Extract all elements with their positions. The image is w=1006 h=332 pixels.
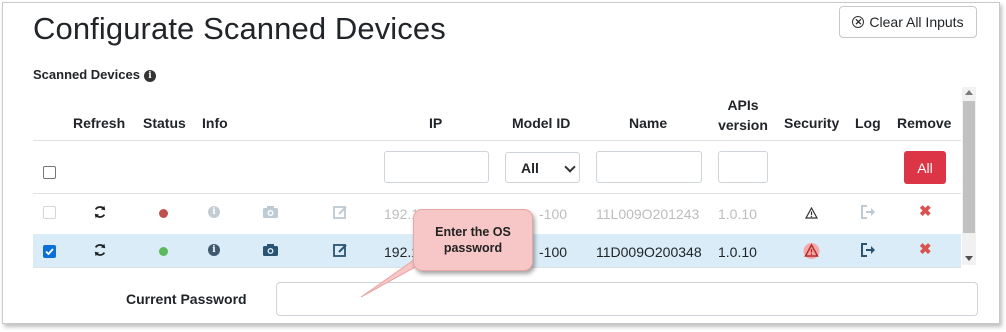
logout-icon[interactable] [861,205,876,219]
header-divider [33,140,961,141]
model-id-filter-select[interactable]: All [505,152,580,183]
header-apis-version: APIs version [717,95,769,135]
header-info: Info [202,115,228,131]
info-icon[interactable]: i [143,70,156,82]
camera-icon[interactable] [263,206,278,218]
scroll-up-arrow-icon[interactable] [965,90,973,95]
filter-divider [33,193,961,194]
header-log: Log [855,115,881,131]
camera-icon[interactable] [263,244,278,256]
callout-line2: password [443,241,503,255]
edit-icon[interactable] [333,243,348,257]
logout-icon[interactable] [861,243,876,257]
select-all-checkbox[interactable] [43,166,56,179]
info-icon[interactable]: i [208,206,220,218]
close-circle-icon: ✕ [852,16,865,28]
page-title: Configurate Scanned Devices [33,11,446,46]
window-frame: Configurate Scanned Devices ✕ Clear All … [2,2,1000,324]
section-label: Scanned Devices i [33,67,156,82]
header-model-id: Model ID [512,115,571,131]
edit-icon[interactable] [333,205,348,219]
header-remove: Remove [897,115,952,131]
refresh-icon[interactable] [93,243,107,257]
row-checkbox-checked[interactable] [43,245,56,258]
header-security: Security [784,115,840,131]
scrollbar-thumb[interactable] [963,101,975,233]
name-filter-input[interactable] [596,151,702,183]
row-name: 11L009O201243 [596,206,700,222]
chevron-down-icon [564,161,576,173]
callout-annotation: Enter the OS password [413,209,533,271]
checkmark-icon [45,248,54,256]
header-apis-line1: APIs [727,97,759,113]
header-refresh: Refresh [73,115,126,131]
row-apis-version: 1.0.10 [718,206,757,222]
remove-all-button[interactable]: All [904,151,946,184]
remove-row-icon[interactable]: ✖ [919,202,932,220]
refresh-icon[interactable] [93,205,107,219]
clear-all-inputs-label: Clear All Inputs [869,14,964,30]
header-apis-line2: version [718,117,768,133]
warning-alert-icon[interactable] [802,242,821,259]
remove-row-icon[interactable]: ✖ [919,240,932,258]
row-model: -100 [539,206,568,222]
info-icon[interactable]: i [208,244,220,256]
apis-version-filter-input[interactable] [718,151,768,183]
header-name: Name [629,115,668,131]
model-select-value: All [521,159,539,176]
ip-filter-input[interactable] [384,151,489,183]
clear-all-inputs-button[interactable]: ✕ Clear All Inputs [839,6,977,38]
warning-outline-icon[interactable] [805,207,818,219]
status-dot-online [159,247,168,256]
section-label-text: Scanned Devices [33,67,140,82]
row-checkbox[interactable] [43,206,56,219]
current-password-label: Current Password [126,291,247,307]
status-dot-offline [159,209,168,218]
header-ip: IP [429,115,443,131]
callout-line1: Enter the OS [435,224,511,239]
table-scrollbar[interactable] [962,87,976,265]
scroll-down-arrow-icon[interactable] [965,256,973,261]
row-apis-version: 1.0.10 [718,244,757,260]
row-model: -100 [539,244,568,260]
row-name: 11D009O200348 [596,244,702,260]
header-status: Status [143,115,186,131]
